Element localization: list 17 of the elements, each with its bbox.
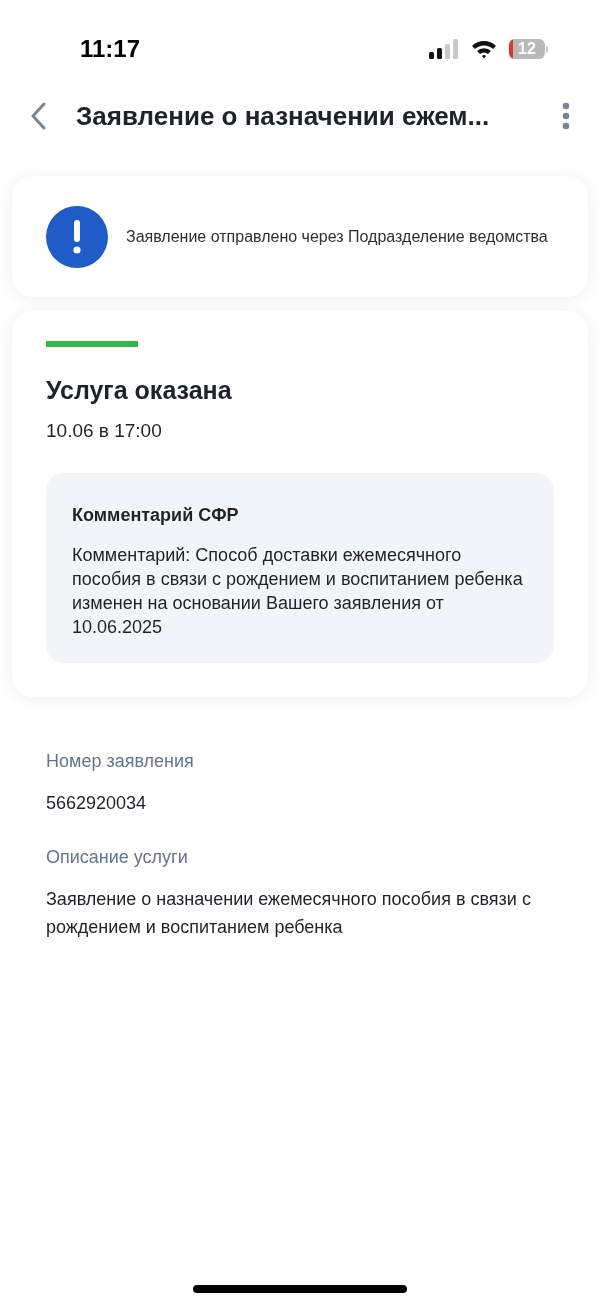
alert-icon [46,205,108,268]
comment-title: Комментарий СФР [72,504,240,527]
detail-value: Заявление о назначении ежемесячного пособия в связи с рождением и воспитанием ребенка [46,888,532,939]
notice-text: Заявление отправлено через Подразделение ведомства [126,226,548,247]
wifi-icon [471,39,497,59]
signal-icon [429,39,459,59]
detail-label: Описание услуги [46,846,189,869]
detail-label: Номер заявления [46,750,195,773]
more-icon[interactable] [562,102,570,130]
battery-icon: 12 [509,39,548,59]
status-time: 11:17 [80,34,141,64]
page-title: Заявление о назначении ежем... [76,99,491,133]
status-date: 10.06 в 17:00 [46,419,163,443]
comment-text: Комментарий: Способ доставки ежемесячного пособия в связи с рождением и воспитанием ребенка изменен на основании Вашего заявления от 10.06.2025 [72,544,524,639]
status-title: Услуга оказана [46,375,233,405]
back-icon[interactable] [30,102,48,130]
detail-value: 5662920034 [46,792,148,815]
